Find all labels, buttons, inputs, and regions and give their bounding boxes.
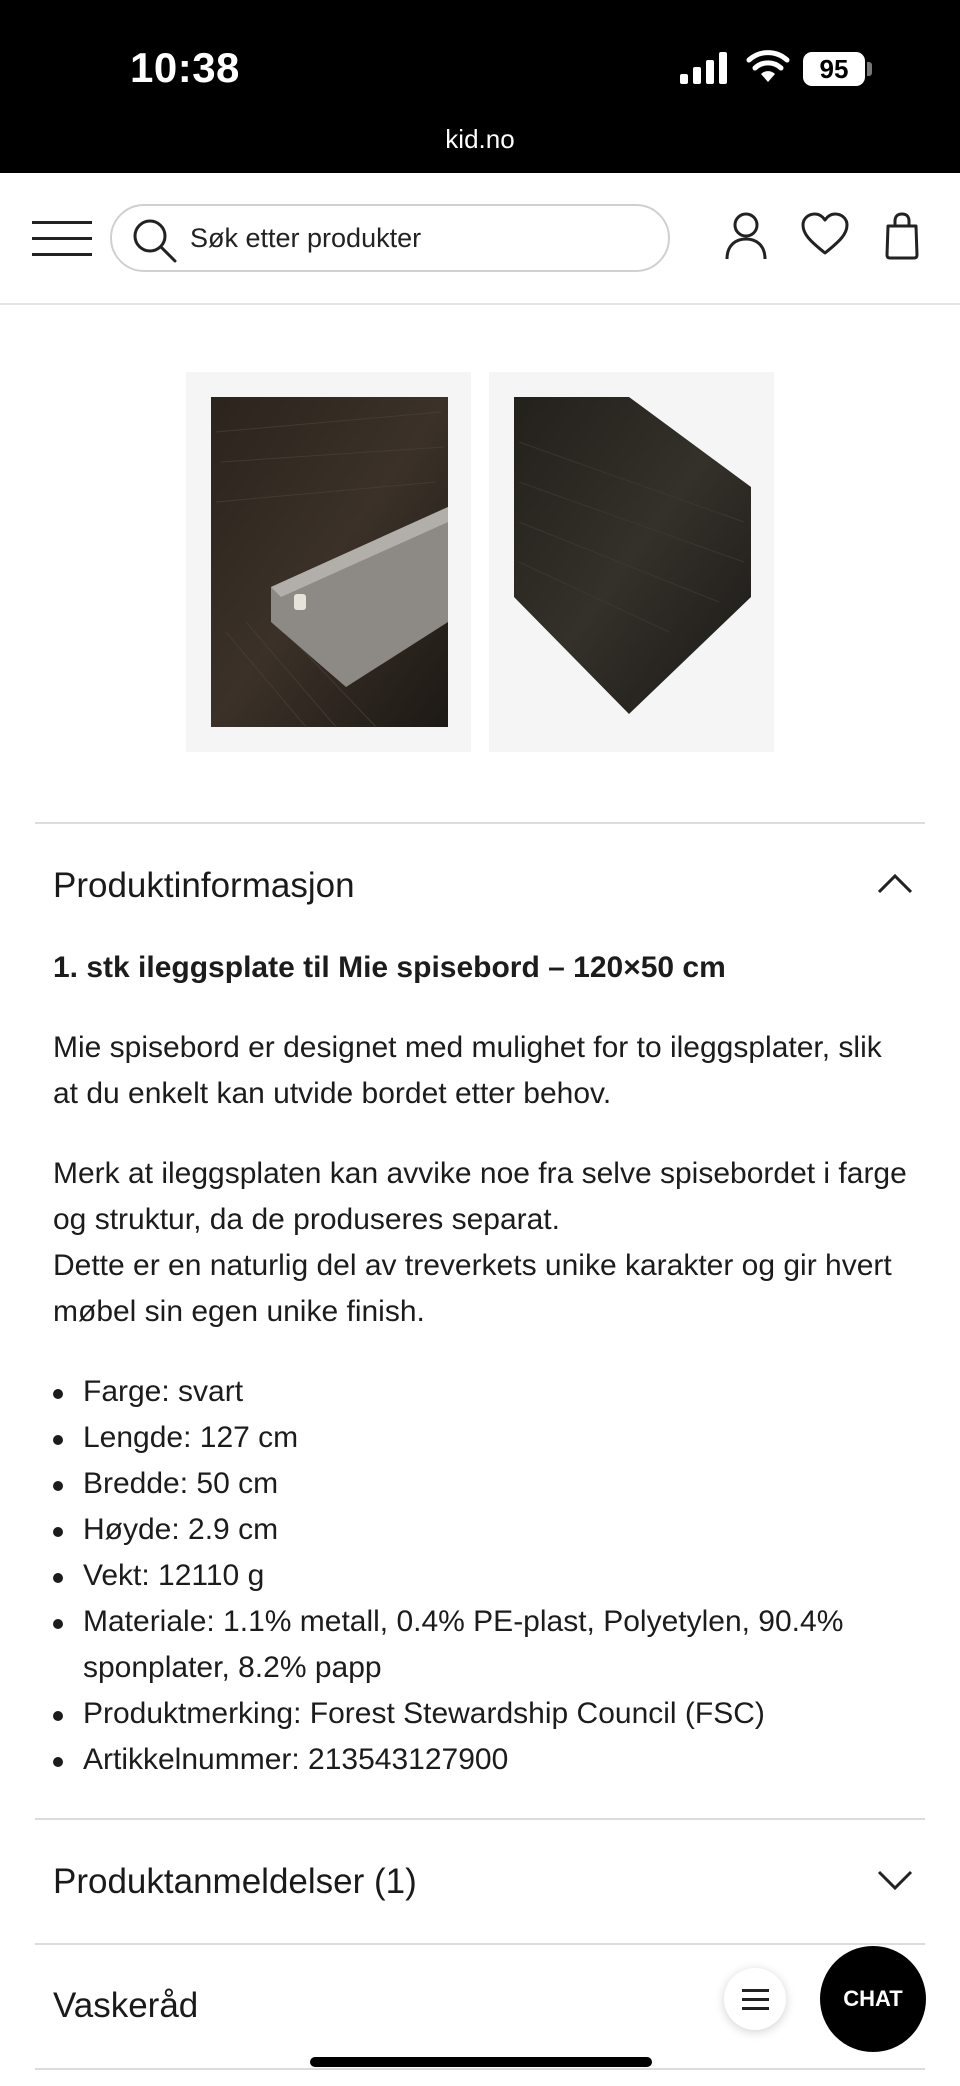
section-divider bbox=[35, 2068, 925, 2070]
product-image-corner-detail[interactable] bbox=[186, 372, 471, 752]
spec-weight: Vekt: 12110 g bbox=[53, 1553, 913, 1599]
chat-button[interactable]: CHAT bbox=[820, 1946, 926, 2052]
search-icon bbox=[133, 219, 177, 263]
section-divider bbox=[35, 822, 925, 824]
user-icon[interactable] bbox=[724, 211, 768, 261]
product-description-1: Mie spisebord er designet med mulighet f… bbox=[53, 1031, 882, 1110]
battery-level: 95 bbox=[803, 52, 865, 86]
search-bar[interactable] bbox=[110, 204, 670, 272]
spec-article-number: Artikkelnummer: 213543127900 bbox=[53, 1737, 913, 1783]
heart-icon[interactable] bbox=[800, 211, 850, 257]
site-header bbox=[0, 173, 960, 305]
accordion-reviews-title[interactable]: Produktanmeldelser (1) bbox=[53, 1862, 417, 1902]
product-info-content: 1. stk ileggsplate til Mie spisebord – 1… bbox=[53, 945, 913, 1783]
section-divider bbox=[35, 1943, 925, 1945]
chevron-up-icon[interactable] bbox=[877, 872, 913, 894]
search-input[interactable] bbox=[190, 218, 650, 258]
cellular-signal-icon bbox=[680, 52, 727, 84]
product-photo-corner bbox=[211, 397, 448, 728]
product-description-2a: Merk at ileggsplaten kan avvike noe fra … bbox=[53, 1157, 907, 1236]
product-photo-board bbox=[514, 397, 751, 714]
status-time: 10:38 bbox=[130, 44, 240, 91]
spec-width: Bredde: 50 cm bbox=[53, 1461, 913, 1507]
product-image-full-board[interactable] bbox=[489, 372, 774, 752]
product-heading: 1. stk ileggsplate til Mie spisebord – 1… bbox=[53, 951, 726, 984]
status-bar: 10:38 95 kid.no bbox=[0, 0, 960, 173]
wifi-icon bbox=[746, 50, 790, 82]
product-description-2b: Dette er en naturlig del av treverkets u… bbox=[53, 1249, 892, 1328]
spec-certification: Produktmerking: Forest Stewardship Counc… bbox=[53, 1691, 913, 1737]
accordion-product-info-title[interactable]: Produktinformasjon bbox=[53, 866, 355, 906]
spec-color: Farge: svart bbox=[53, 1369, 913, 1415]
hamburger-menu-icon[interactable] bbox=[32, 218, 92, 258]
chevron-down-icon[interactable] bbox=[877, 1870, 913, 1892]
accordion-care-title[interactable]: Vaskeråd bbox=[53, 1986, 198, 2026]
spec-material: Materiale: 1.1% metall, 0.4% PE-plast, P… bbox=[53, 1599, 913, 1691]
shopping-bag-icon[interactable] bbox=[884, 211, 920, 261]
spec-height: Høyde: 2.9 cm bbox=[53, 1507, 913, 1553]
browser-url[interactable]: kid.no bbox=[0, 124, 960, 155]
home-indicator bbox=[310, 2057, 652, 2067]
section-divider bbox=[35, 1818, 925, 1820]
battery-icon bbox=[867, 62, 872, 76]
floating-menu-icon[interactable] bbox=[724, 1968, 786, 2030]
spec-length: Lengde: 127 cm bbox=[53, 1415, 913, 1461]
spec-list: Farge: svart Lengde: 127 cm Bredde: 50 c… bbox=[53, 1369, 913, 1783]
